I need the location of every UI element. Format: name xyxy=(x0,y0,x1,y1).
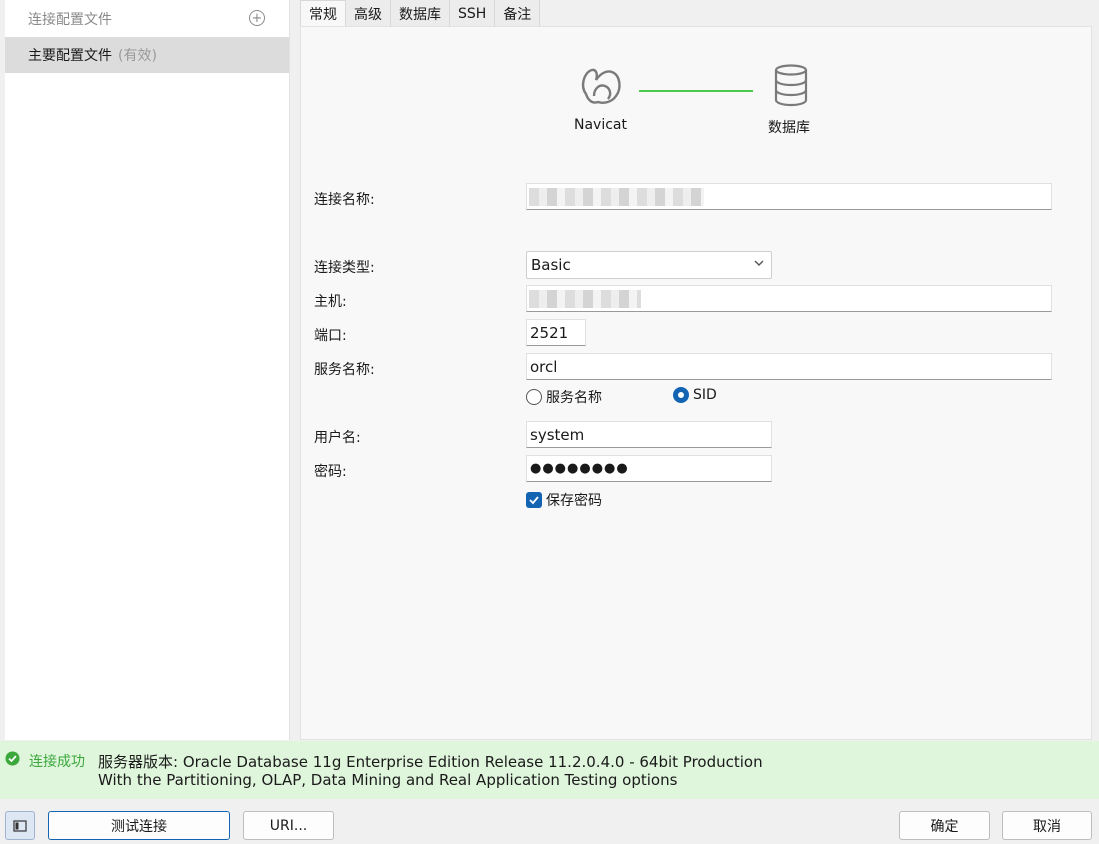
port-value: 2521 xyxy=(530,323,569,342)
tab-label: 数据库 xyxy=(399,6,441,23)
sidebar-header: 连接配置文件 xyxy=(5,0,289,37)
navicat-label: Navicat xyxy=(574,117,627,133)
general-panel xyxy=(300,26,1092,740)
redacted-value xyxy=(529,290,641,308)
radio-label: 服务名称 xyxy=(546,390,602,406)
sidebar-item-label: 主要配置文件 xyxy=(28,48,112,64)
tab-bar: 常规 高级 数据库 SSH 备注 xyxy=(300,0,541,27)
connection-type-select[interactable]: Basic xyxy=(526,251,772,279)
tab-label: 备注 xyxy=(503,6,532,23)
tab-label: 高级 xyxy=(354,6,382,23)
redacted-value xyxy=(529,188,704,206)
connection-link-line xyxy=(639,90,753,92)
service-name-input[interactable]: orcl xyxy=(526,353,1052,380)
tab-database[interactable]: 数据库 xyxy=(391,0,450,27)
radio-button-selected[interactable] xyxy=(673,387,689,403)
password-label: 密码: xyxy=(314,464,347,480)
tab-ssh[interactable]: SSH xyxy=(450,0,496,27)
tab-label: 常规 xyxy=(309,7,337,23)
username-input[interactable]: system xyxy=(526,421,772,448)
cancel-button[interactable]: 取消 xyxy=(1002,811,1092,840)
sidebar-item-badge: (有效) xyxy=(118,48,157,64)
save-password-label: 保存密码 xyxy=(546,493,602,509)
sidebar-header-label: 连接配置文件 xyxy=(28,11,112,28)
button-label: 确定 xyxy=(930,818,959,835)
tab-general[interactable]: 常规 xyxy=(300,0,346,27)
tab-advanced[interactable]: 高级 xyxy=(346,0,391,27)
connection-name-label: 连接名称: xyxy=(314,192,375,208)
radio-label: SID xyxy=(693,387,717,403)
profile-sidebar: 连接配置文件 + 主要配置文件 (有效) xyxy=(5,0,290,740)
save-password-checkbox[interactable]: 保存密码 xyxy=(526,490,602,510)
sidebar-toggle-icon xyxy=(13,819,27,832)
port-label: 端口: xyxy=(314,328,347,344)
connection-dialog: 连接配置文件 + 主要配置文件 (有效) 常规 高级 数据库 SSH 备注 Na… xyxy=(0,0,1099,844)
status-title: 连接成功 xyxy=(29,754,85,770)
radio-button[interactable] xyxy=(526,389,542,405)
radio-service-name[interactable]: 服务名称 xyxy=(526,387,602,407)
status-message-line2: With the Partitioning, OLAP, Data Mining… xyxy=(98,771,678,789)
radio-sid[interactable]: SID xyxy=(673,387,717,403)
password-value: ●●●●●●●● xyxy=(530,461,629,476)
checkbox-checked-icon[interactable] xyxy=(526,492,542,508)
ok-button[interactable]: 确定 xyxy=(899,811,990,840)
add-profile-icon[interactable]: + xyxy=(249,10,265,26)
connection-name-input[interactable] xyxy=(526,183,1052,210)
navicat-logo-icon xyxy=(581,68,621,104)
host-input[interactable] xyxy=(526,285,1052,312)
connection-type-value: Basic xyxy=(531,256,571,274)
chevron-down-icon xyxy=(754,260,764,266)
port-input[interactable]: 2521 xyxy=(526,319,586,346)
status-message-line1: 服务器版本: Oracle Database 11g Enterprise Ed… xyxy=(98,753,763,771)
button-label: 取消 xyxy=(1033,818,1061,835)
username-value: system xyxy=(530,425,585,444)
sidebar-item-main-profile[interactable]: 主要配置文件 (有效) xyxy=(5,37,289,73)
tab-notes[interactable]: 备注 xyxy=(495,0,541,27)
service-name-value: orcl xyxy=(530,357,558,376)
username-label: 用户名: xyxy=(314,430,361,446)
service-name-label: 服务名称: xyxy=(314,362,375,378)
button-label: 测试连接 xyxy=(111,818,167,835)
toggle-sidebar-button[interactable] xyxy=(5,811,35,840)
check-circle-icon xyxy=(5,751,20,766)
password-input[interactable]: ●●●●●●●● xyxy=(526,455,772,482)
database-label: 数据库 xyxy=(768,120,810,136)
database-icon xyxy=(774,64,808,107)
host-label: 主机: xyxy=(314,294,347,310)
connection-type-label: 连接类型: xyxy=(314,260,375,276)
test-connection-button[interactable]: 测试连接 xyxy=(48,811,230,840)
button-label: URI... xyxy=(269,817,308,834)
tab-label: SSH xyxy=(458,5,487,22)
uri-button[interactable]: URI... xyxy=(243,811,334,840)
